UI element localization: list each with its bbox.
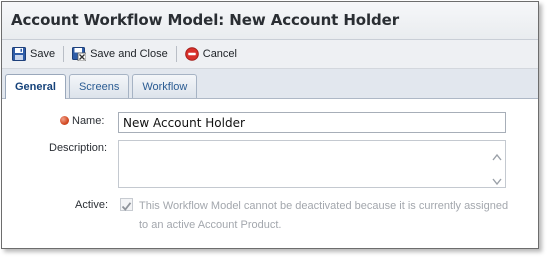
title-bar: Account Workflow Model: New Account Hold… xyxy=(2,2,538,40)
toolbar-separator xyxy=(175,46,177,62)
tab-general[interactable]: General xyxy=(5,74,66,99)
description-label: Description: xyxy=(49,142,108,154)
required-indicator-icon xyxy=(60,116,69,125)
general-tab-panel: Name: Description: Active: This Workflow… xyxy=(2,99,538,248)
toolbar: Save Save and Close Cancel xyxy=(2,40,538,69)
scroll-up-icon[interactable] xyxy=(492,148,502,161)
save-and-close-icon xyxy=(72,47,87,61)
toolbar-separator xyxy=(63,46,65,62)
window-title: Account Workflow Model: New Account Hold… xyxy=(11,11,400,29)
save-and-close-button[interactable]: Save and Close xyxy=(68,43,172,65)
tab-workflow[interactable]: Workflow xyxy=(132,74,198,98)
save-icon xyxy=(12,47,26,61)
name-input[interactable] xyxy=(118,112,506,133)
active-label: Active: xyxy=(75,199,109,211)
cancel-button-label: Cancel xyxy=(202,48,237,60)
name-label: Name: xyxy=(72,115,105,127)
cancel-button[interactable]: Cancel xyxy=(181,43,241,65)
scroll-down-icon[interactable] xyxy=(492,173,502,186)
active-note-text: This Workflow Model cannot be deactivate… xyxy=(139,200,509,231)
save-and-close-button-label: Save and Close xyxy=(90,48,168,60)
tab-screens[interactable]: Screens xyxy=(68,74,130,98)
save-button[interactable]: Save xyxy=(8,43,59,65)
description-textarea[interactable] xyxy=(118,140,506,188)
workflow-model-window: Account Workflow Model: New Account Hold… xyxy=(1,1,539,249)
checkmark-icon xyxy=(121,202,132,211)
save-button-label: Save xyxy=(30,48,56,60)
cancel-icon xyxy=(184,47,199,61)
tab-strip: General Screens Workflow xyxy=(2,69,538,99)
active-checkbox[interactable] xyxy=(120,198,133,211)
name-field-label-group: Name: xyxy=(60,115,104,127)
